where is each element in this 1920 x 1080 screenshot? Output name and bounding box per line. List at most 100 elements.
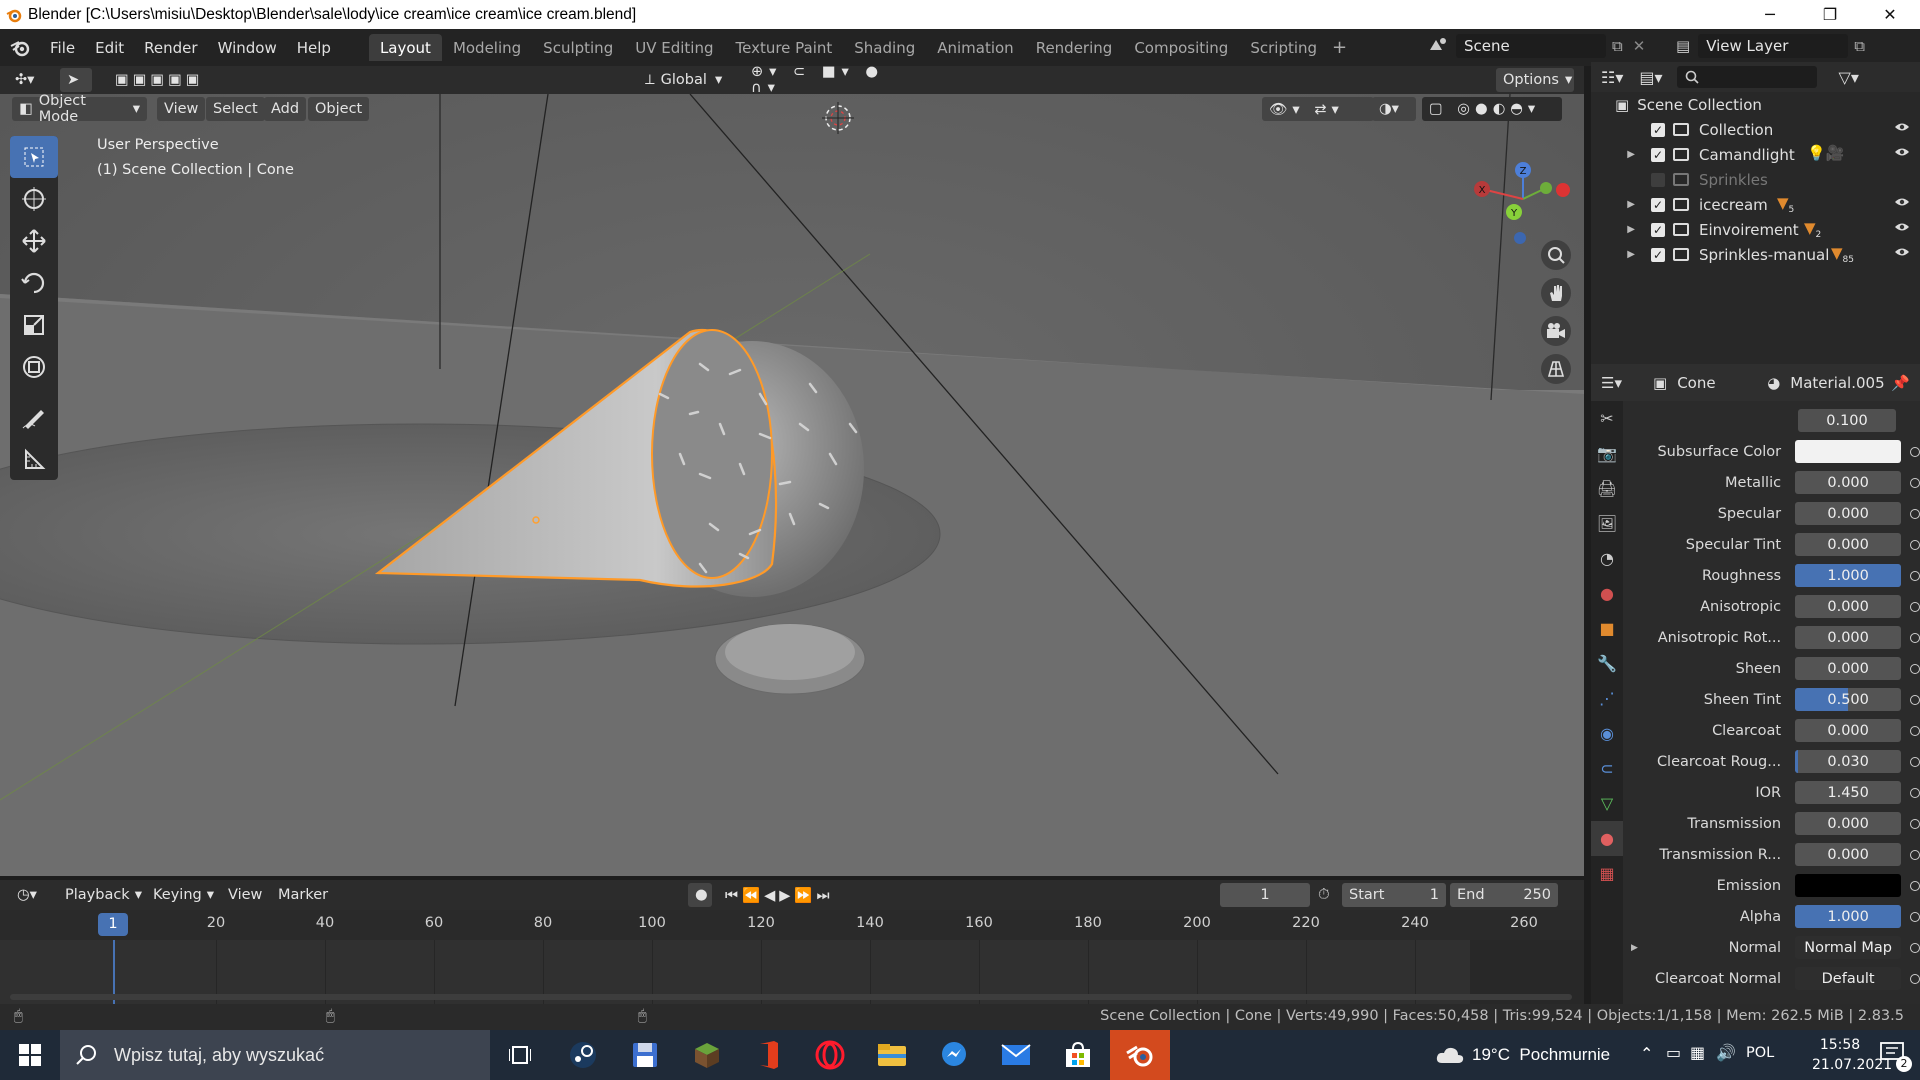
input-language[interactable]: POL xyxy=(1746,1045,1774,1061)
property-value-slider[interactable]: 1.000 xyxy=(1795,905,1902,928)
timeline-scrollbar[interactable] xyxy=(10,994,1572,1000)
expand-arrow-icon[interactable]: ▶ xyxy=(1591,224,1651,235)
socket-link-icon[interactable] xyxy=(1910,942,1920,953)
overlays-toggle-icon[interactable]: ◑▾ xyxy=(1372,97,1416,121)
menu-help[interactable]: Help xyxy=(287,36,341,60)
windows-start-icon[interactable] xyxy=(0,1030,60,1080)
tab-compositing[interactable]: Compositing xyxy=(1123,34,1239,61)
messenger-icon[interactable] xyxy=(924,1030,984,1080)
property-value-slider[interactable]: 0.000 xyxy=(1795,657,1902,680)
maximize-button[interactable]: ❐ xyxy=(1800,0,1860,29)
clock-icon[interactable]: ⏱ xyxy=(1318,885,1330,903)
expand-arrow-icon[interactable]: ▶ xyxy=(1591,149,1651,160)
blender-menu-icon[interactable] xyxy=(0,39,40,57)
view-layer-name[interactable]: View Layer xyxy=(1698,34,1849,58)
tray-volume-icon[interactable]: 🔊 xyxy=(1716,1043,1736,1062)
new-view-layer-icon[interactable]: ⧉ xyxy=(1854,37,1865,55)
outliner-item-icecream[interactable]: ▶ ✓ icecream ▼5 xyxy=(1591,192,1920,217)
eye-icon[interactable] xyxy=(1894,197,1910,207)
timeline-ruler[interactable]: 1 20 40 60 80 100 120 140 160 180 200 220 240 260 xyxy=(0,910,1584,1004)
eye-icon[interactable] xyxy=(1894,247,1910,257)
visibility-gizmo-toggles[interactable]: 👁▾ ⇄▾ xyxy=(1262,97,1374,121)
tool-tab-icon[interactable]: ✂ xyxy=(1591,401,1623,436)
editor-type-icon[interactable]: ☰▾ xyxy=(1601,374,1641,392)
socket-link-icon[interactable] xyxy=(1910,911,1920,922)
move-tool-icon[interactable] xyxy=(10,220,58,262)
outliner-item-sprinkles-manual[interactable]: ▶ ✓ Sprinkles-manual ▼85 xyxy=(1591,242,1920,267)
tab-modeling[interactable]: Modeling xyxy=(442,34,532,61)
property-value-slider[interactable]: 0.000 xyxy=(1795,812,1902,835)
collection-checkbox[interactable]: ✓ xyxy=(1651,222,1665,237)
property-value-slider[interactable]: 1.000 xyxy=(1795,564,1902,587)
socket-link-icon[interactable] xyxy=(1910,570,1920,581)
options-menu[interactable]: Options ▾ xyxy=(1496,68,1574,92)
add-workspace-button[interactable]: + xyxy=(1332,37,1347,58)
mail-icon[interactable] xyxy=(986,1030,1046,1080)
save-app-icon[interactable] xyxy=(615,1030,675,1080)
record-button[interactable]: ● xyxy=(688,883,712,907)
property-value-slider[interactable]: 0.000 xyxy=(1795,533,1902,556)
menu-edit[interactable]: Edit xyxy=(85,36,134,60)
expand-arrow-icon[interactable]: ▶ xyxy=(1591,249,1651,260)
collection-checkbox[interactable]: ✓ xyxy=(1651,197,1665,212)
menu-object[interactable]: Object xyxy=(308,97,370,121)
socket-link-icon[interactable] xyxy=(1910,849,1920,860)
navigation-gizmo[interactable]: Z X Y xyxy=(1468,144,1578,254)
eye-icon[interactable] xyxy=(1894,147,1910,157)
socket-link-icon[interactable] xyxy=(1910,787,1920,798)
annotate-tool-icon[interactable] xyxy=(10,396,58,438)
new-scene-icon[interactable]: ⧉ xyxy=(1612,37,1623,55)
socket-link-icon[interactable] xyxy=(1910,601,1920,612)
rotate-tool-icon[interactable] xyxy=(10,262,58,304)
menu-window[interactable]: Window xyxy=(208,36,287,60)
menu-select[interactable]: Select xyxy=(206,97,265,121)
property-value-slider[interactable]: 0.000 xyxy=(1795,471,1902,494)
opera-icon[interactable] xyxy=(800,1030,860,1080)
office-icon[interactable] xyxy=(738,1030,798,1080)
socket-link-icon[interactable] xyxy=(1910,477,1920,488)
weather-widget[interactable]: 19°C Pochmurnie xyxy=(1436,1030,1610,1080)
scene-name[interactable]: Scene xyxy=(1456,34,1606,58)
current-frame-field[interactable]: 1 xyxy=(1220,883,1310,907)
transform-orientation-select[interactable]: ⟂ Global ▾ xyxy=(638,68,734,92)
link-selector[interactable]: Default xyxy=(1795,967,1902,990)
delete-scene-icon[interactable]: ✕ xyxy=(1633,37,1646,55)
collection-checkbox[interactable]: ✓ xyxy=(1651,247,1665,262)
outliner-search-input[interactable] xyxy=(1676,66,1817,88)
property-value-slider[interactable]: 0.500 xyxy=(1795,688,1902,711)
timeline-area[interactable]: 1 20 40 60 80 100 120 140 160 180 200 220 240 260 xyxy=(0,910,1584,1004)
pin-icon[interactable]: 📌 xyxy=(1891,374,1910,392)
tab-sculpting[interactable]: Sculpting xyxy=(532,34,624,61)
playhead-frame-badge[interactable]: 1 xyxy=(98,913,128,936)
transform-tool-icon[interactable] xyxy=(10,346,58,388)
tab-texture-paint[interactable]: Texture Paint xyxy=(724,34,843,61)
menu-keying[interactable]: Keying ▾ xyxy=(146,883,221,907)
taskbar-clock[interactable]: 15:58 21.07.2021 xyxy=(1812,1035,1892,1075)
socket-link-icon[interactable] xyxy=(1910,632,1920,643)
tab-uv-editing[interactable]: UV Editing xyxy=(624,34,724,61)
property-top-value[interactable]: 0.100 xyxy=(1798,409,1896,432)
physics-tab-icon[interactable]: ◉ xyxy=(1591,716,1623,751)
tray-chevron-up-icon[interactable]: ⌃ xyxy=(1640,1044,1653,1063)
particles-tab-icon[interactable]: ⋰ xyxy=(1591,681,1623,716)
property-value-slider[interactable]: 1.450 xyxy=(1795,781,1902,804)
scale-tool-icon[interactable] xyxy=(10,304,58,346)
filter-icon[interactable]: ▽▾ xyxy=(1839,68,1859,87)
eye-icon[interactable] xyxy=(1894,122,1910,132)
color-swatch[interactable] xyxy=(1795,874,1902,897)
socket-link-icon[interactable] xyxy=(1910,725,1920,736)
texture-tab-icon[interactable]: ▦ xyxy=(1591,856,1623,891)
zoom-icon[interactable] xyxy=(1541,240,1571,270)
socket-link-icon[interactable] xyxy=(1910,880,1920,891)
collection-checkbox[interactable]: ✓ xyxy=(1651,147,1665,162)
editor-type-icon[interactable]: ☷▾ xyxy=(1601,68,1623,87)
outliner-item-einvoirement[interactable]: ▶ ✓ Einvoirement ▼2 xyxy=(1591,217,1920,242)
close-button[interactable]: ✕ xyxy=(1860,0,1920,29)
taskbar-search-box[interactable]: Wpisz tutaj, aby wyszukać xyxy=(60,1030,490,1080)
property-value-slider[interactable]: 0.000 xyxy=(1795,626,1902,649)
scene-tab-icon[interactable]: ◔ xyxy=(1591,541,1623,576)
color-swatch[interactable] xyxy=(1795,440,1902,463)
menu-playback[interactable]: Playback ▾ xyxy=(58,883,149,907)
socket-link-icon[interactable] xyxy=(1910,508,1920,519)
tab-rendering[interactable]: Rendering xyxy=(1025,34,1124,61)
